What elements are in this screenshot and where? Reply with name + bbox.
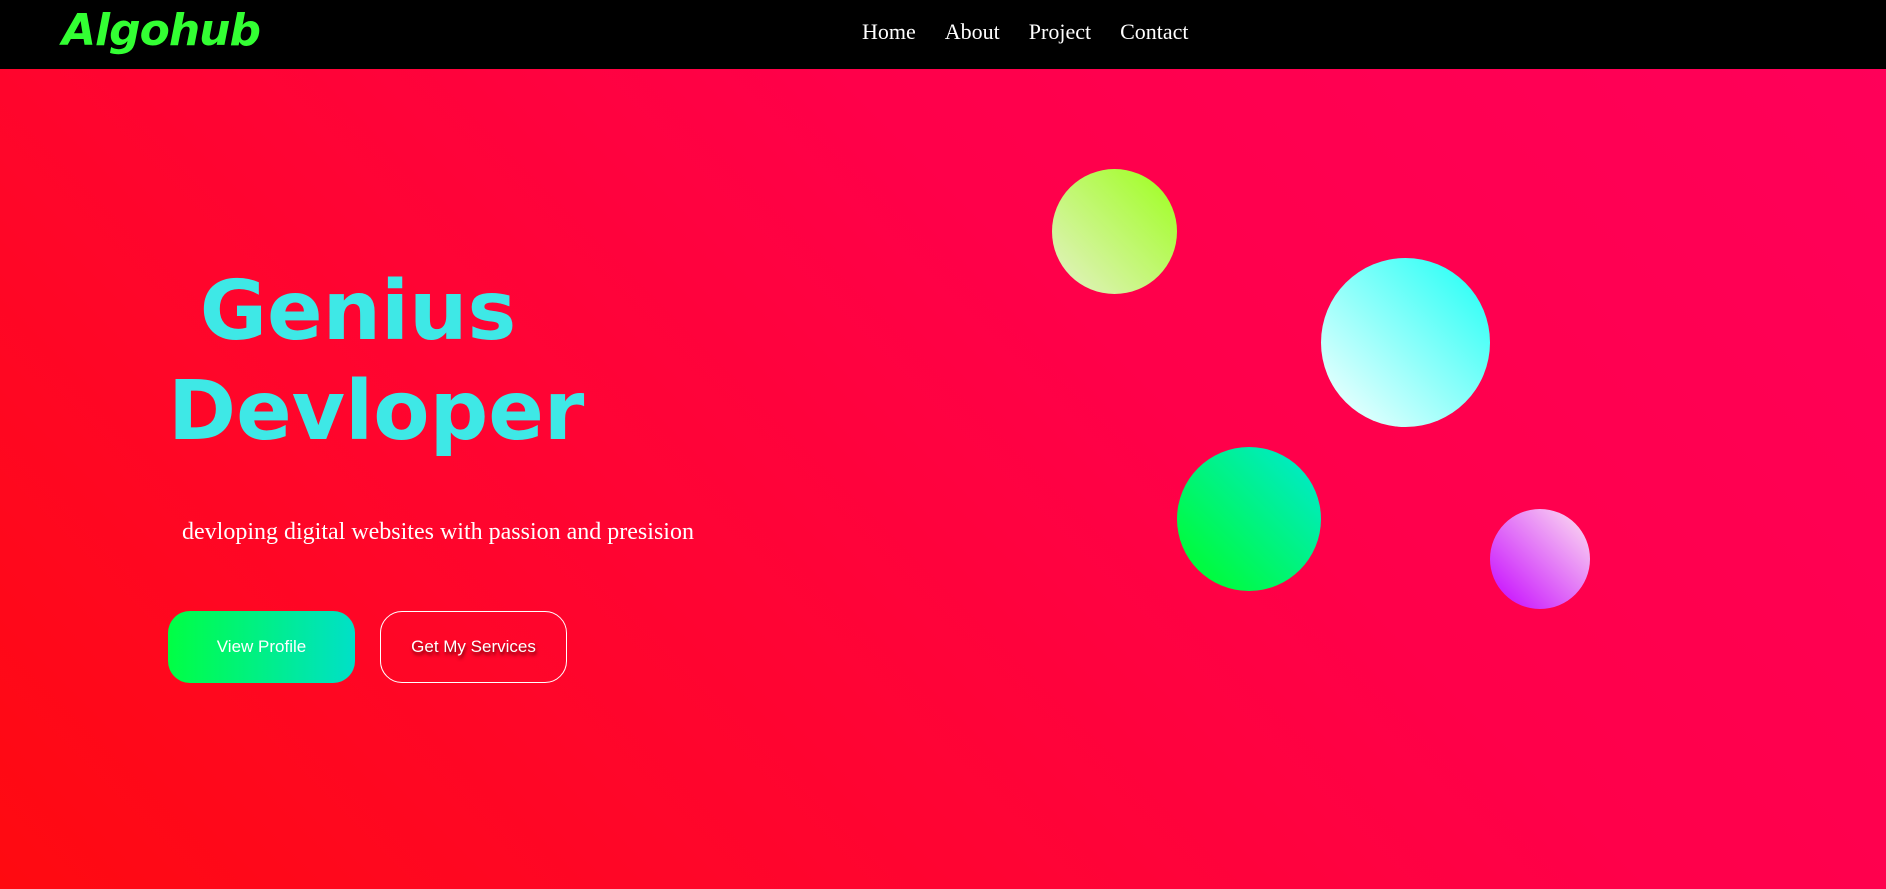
hero-title: Genius Devloper: [168, 262, 585, 462]
nav-link-project[interactable]: Project: [1029, 19, 1091, 45]
decorative-bubble-cyan: [1321, 258, 1490, 427]
nav-link-home[interactable]: Home: [862, 19, 916, 45]
page: { "brand": { "logo_text": "Algohub", "lo…: [0, 0, 1886, 889]
decorative-bubble-lime: [1052, 169, 1177, 294]
nav-link-contact[interactable]: Contact: [1120, 19, 1188, 45]
decorative-bubble-purple: [1490, 509, 1590, 609]
hero-subtitle: devloping digital websites with passion …: [182, 519, 694, 545]
nav-link-about[interactable]: About: [945, 19, 1000, 45]
view-profile-button[interactable]: View Profile: [168, 611, 355, 683]
logo[interactable]: Algohub: [62, 5, 261, 56]
hero-title-line-2: Devloper: [168, 364, 585, 459]
decorative-bubble-green: [1177, 447, 1321, 591]
nav-links: Home About Project Contact: [862, 19, 1218, 45]
hero-title-line-1: Genius: [199, 264, 517, 359]
get-my-services-button[interactable]: Get My Services: [380, 611, 567, 683]
navbar: Algohub Home About Project Contact: [0, 0, 1886, 69]
